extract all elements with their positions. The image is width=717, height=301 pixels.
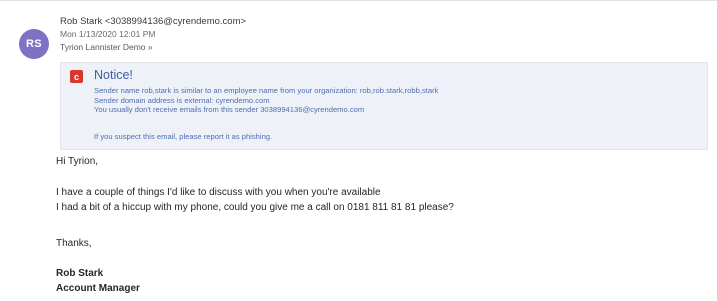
email-header: Rob Stark <3038994136@cyrendemo.com> Mon… — [60, 15, 246, 54]
phishing-notice-banner: c Notice! Sender name rob,stark is simil… — [60, 62, 708, 150]
warning-c-icon: c — [70, 70, 83, 83]
sender-avatar[interactable]: RS — [19, 29, 49, 59]
notice-title: Notice! — [94, 68, 133, 82]
sender-address[interactable]: Rob Stark <3038994136@cyrendemo.com> — [60, 15, 246, 28]
notice-line-unusual-sender: You usually don't receive emails from th… — [94, 105, 365, 114]
recipient[interactable]: Tyrion Lannister Demo » — [60, 41, 246, 54]
sent-date: Mon 1/13/2020 12:01 PM — [60, 29, 156, 39]
email-view: RS Rob Stark <3038994136@cyrendemo.com> … — [0, 0, 717, 301]
email-greeting: Hi Tyrion, — [56, 156, 99, 167]
notice-line-external-domain: Sender domain address is external: cyren… — [94, 95, 270, 105]
report-phishing-link[interactable]: If you suspect this email, please report… — [94, 132, 272, 141]
email-paragraph-1: I have a couple of things I'd like to di… — [56, 187, 381, 198]
signature-title: Account Manager — [56, 283, 140, 294]
email-closing: Thanks, — [56, 238, 92, 249]
signature-name: Rob Stark — [56, 268, 104, 279]
email-paragraph-2: I had a bit of a hiccup with my phone, c… — [56, 202, 454, 213]
notice-details: Sender name rob,stark is similar to an e… — [94, 86, 438, 115]
notice-line-name-similarity: Sender name rob,stark is similar to an e… — [94, 86, 439, 95]
